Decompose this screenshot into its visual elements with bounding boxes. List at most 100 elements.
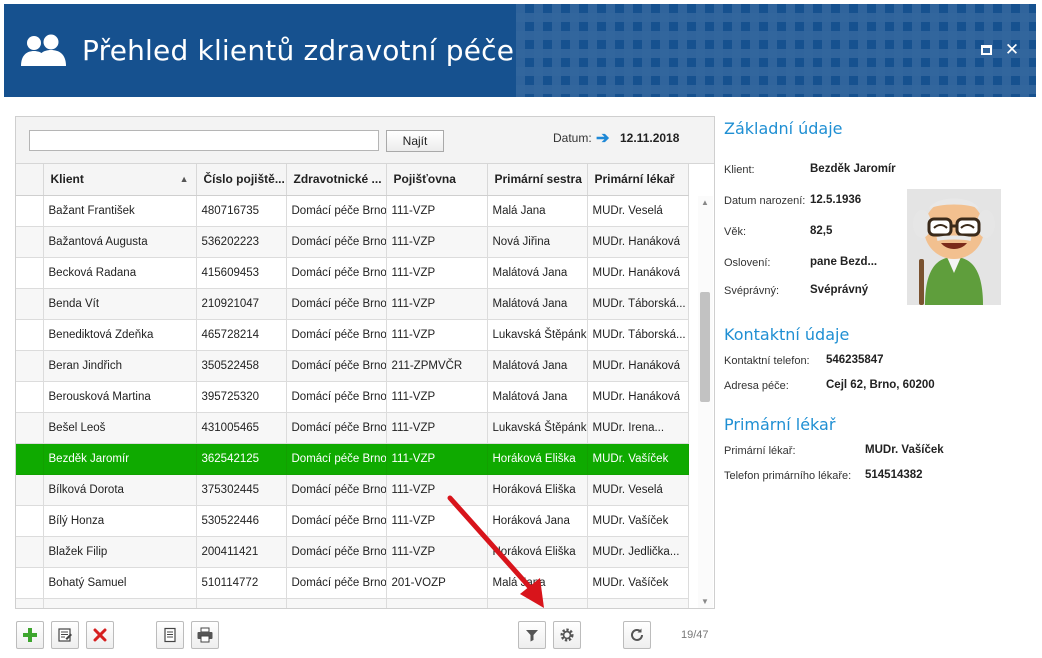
cell-primarni-lekar[interactable]: MUDr. Veselá	[587, 474, 689, 506]
cell-cislo-pojistence[interactable]: 210921047	[196, 288, 287, 320]
cell-zdravotnicke-zarizeni[interactable]: Domácí péče Brno	[286, 505, 387, 537]
cell-zdravotnicke-zarizeni[interactable]: Domácí péče Brno	[286, 381, 387, 413]
cell-cislo-pojistence[interactable]: 415609453	[196, 257, 287, 289]
cell-klient[interactable]: Blažek Filip	[43, 536, 197, 568]
cell-primarni-lekar[interactable]: MUDr. Vašíček	[587, 567, 689, 599]
find-button[interactable]: Najít	[386, 130, 444, 152]
cell-primarni-sestra[interactable]: Horáková Eliška	[487, 536, 588, 568]
cell-cislo-pojistence[interactable]: 375302445	[196, 474, 287, 506]
vertical-scrollbar[interactable]: ▲ ▼	[698, 196, 713, 608]
cell-pojistovna[interactable]: 211-ZPMVČR	[386, 350, 488, 382]
cell-cislo-pojistence[interactable]: 536202223	[196, 226, 287, 258]
cell-zdravotnicke-zarizeni[interactable]: Domácí péče Brno	[286, 319, 387, 351]
cell-primarni-sestra[interactable]: Horáková Jana	[487, 505, 588, 537]
cell-zdravotnicke-zarizeni[interactable]: Domácí péče Brno	[286, 474, 387, 506]
cell-klient[interactable]: Berousková Martina	[43, 381, 197, 413]
row-indicator[interactable]	[16, 350, 44, 382]
cell-klient[interactable]: Bílková Dorota	[43, 474, 197, 506]
cell-pojistovna[interactable]: 111-VZP	[386, 226, 488, 258]
filter-button[interactable]	[518, 621, 546, 649]
cell-klient[interactable]: Bažant František	[43, 195, 197, 227]
print-button[interactable]	[191, 621, 219, 649]
document-button[interactable]	[156, 621, 184, 649]
cell-pojistovna[interactable]: 111-VZP	[386, 288, 488, 320]
search-input[interactable]	[29, 130, 379, 151]
column-header-zdravotnicke-zarizeni[interactable]: Zdravotnické ...	[286, 164, 387, 196]
cell-pojistovna[interactable]: 111-VZP	[386, 536, 488, 568]
cell-pojistovna[interactable]: 111-VZP	[386, 443, 488, 475]
table-row[interactable]: Bílý Honza 530522446 Domácí péče Brno 111-V…	[16, 505, 689, 537]
row-indicator[interactable]	[16, 226, 44, 258]
cell-zdravotnicke-zarizeni[interactable]: Domácí péče Brno	[286, 567, 387, 599]
column-header-primarni-lekar[interactable]: Primární lékař	[587, 164, 689, 196]
table-row[interactable]: Bílková Dorota 375302445 Domácí péče Brno 1…	[16, 474, 689, 506]
cell-primarni-lekar[interactable]: MUDr. Táborská...	[587, 319, 689, 351]
cell-cislo-pojistence[interactable]: 362542125	[196, 443, 287, 475]
cell-primarni-sestra[interactable]: Malátová Jana	[487, 381, 588, 413]
cell-cislo-pojistence[interactable]: 530522446	[196, 505, 287, 537]
settings-button[interactable]	[553, 621, 581, 649]
cell-primarni-sestra[interactable]: Malátová Jana	[487, 288, 588, 320]
cell-primarni-sestra[interactable]: Malá Jana	[487, 195, 588, 227]
add-button[interactable]	[16, 621, 44, 649]
row-indicator[interactable]	[16, 474, 44, 506]
cell-primarni-sestra[interactable]: Horáková Eliška	[487, 443, 588, 475]
cell-cislo-pojistence[interactable]: 350522458	[196, 350, 287, 382]
cell-zdravotnicke-zarizeni[interactable]: Domácí péče Brno	[286, 226, 387, 258]
cell-zdravotnicke-zarizeni[interactable]: Domácí péče Brno	[286, 443, 387, 475]
cell-primarni-lekar[interactable]: MUDr. Táborská...	[587, 288, 689, 320]
column-header-cislo-pojistence[interactable]: Číslo pojiště...	[196, 164, 287, 196]
cell-pojistovna[interactable]: 111-VZP	[386, 195, 488, 227]
cell-zdravotnicke-zarizeni[interactable]: Domácí péče Brno	[286, 195, 387, 227]
arrow-right-icon[interactable]: ➔	[596, 128, 609, 148]
cell-pojistovna[interactable]: 111-VZP	[386, 412, 488, 444]
cell-cislo-pojistence[interactable]: 465728214	[196, 319, 287, 351]
delete-button[interactable]	[86, 621, 114, 649]
cell-klient[interactable]: Benda Vít	[43, 288, 197, 320]
cell-klient[interactable]: Bohatý Samuel	[43, 567, 197, 599]
cell-primarni-sestra[interactable]: Malátová Jana	[487, 350, 588, 382]
cell-klient[interactable]: Beran Jindřich	[43, 350, 197, 382]
cell-pojistovna[interactable]: 201-VOZP	[386, 567, 488, 599]
cell-primarni-sestra[interactable]: Horáková Eliška	[487, 474, 588, 506]
table-row[interactable]: Bohatý Samuel 510114772 Domácí péče Brno 20…	[16, 567, 689, 599]
cell-cislo-pojistence[interactable]: 395725320	[196, 381, 287, 413]
cell-klient[interactable]: Bažantová Augusta	[43, 226, 197, 258]
cell-primarni-sestra[interactable]	[487, 598, 588, 608]
cell-cislo-pojistence[interactable]: 510114772	[196, 567, 287, 599]
row-indicator[interactable]	[16, 412, 44, 444]
cell-cislo-pojistence[interactable]: 431005465	[196, 412, 287, 444]
row-indicator[interactable]	[16, 381, 44, 413]
cell-pojistovna[interactable]: 111-VZP	[386, 257, 488, 289]
scroll-up-icon[interactable]: ▲	[701, 198, 709, 207]
cell-zdravotnicke-zarizeni[interactable]: Domácí péče Brno	[286, 288, 387, 320]
cell-primarni-sestra[interactable]: Malá Jana	[487, 567, 588, 599]
cell-primarni-lekar[interactable]: MUDr. Jedlička...	[587, 536, 689, 568]
cell-pojistovna[interactable]: 111-VZP	[386, 319, 488, 351]
scrollbar-thumb[interactable]	[700, 292, 710, 402]
cell-zdravotnicke-zarizeni[interactable]: Domácí péče Brno	[286, 412, 387, 444]
cell-zdravotnicke-zarizeni[interactable]: Domácí péče Brno	[286, 257, 387, 289]
maximize-icon[interactable]	[978, 42, 994, 58]
cell-klient[interactable]: Bůh Josef	[43, 598, 197, 608]
cell-primarni-lekar[interactable]: MUDr. Hanáková	[587, 381, 689, 413]
table-row[interactable]: Bezděk Jaromír 362542125 Domácí péče Brno 1…	[16, 443, 689, 475]
table-row[interactable]: Bešel Leoš 431005465 Domácí péče Brno 111-V…	[16, 412, 689, 444]
table-row[interactable]: Benediktová Zdeňka 465728214 Domácí péče B…	[16, 319, 689, 351]
table-row[interactable]: Bažantová Augusta 536202223 Domácí péče Br…	[16, 226, 689, 258]
scroll-down-icon[interactable]: ▼	[701, 597, 709, 606]
cell-klient[interactable]: Bezděk Jaromír	[43, 443, 197, 475]
row-indicator[interactable]	[16, 505, 44, 537]
row-indicator[interactable]	[16, 598, 44, 608]
cell-klient[interactable]: Bešel Leoš	[43, 412, 197, 444]
date-value[interactable]: 12.11.2018	[620, 131, 679, 145]
row-indicator[interactable]	[16, 536, 44, 568]
cell-cislo-pojistence[interactable]: 200411421	[196, 536, 287, 568]
cell-pojistovna[interactable]: 111-VZP	[386, 505, 488, 537]
cell-primarni-lekar[interactable]: MUDr. Hanáková	[587, 257, 689, 289]
cell-klient[interactable]: Benediktová Zdeňka	[43, 319, 197, 351]
cell-primarni-sestra[interactable]: Nová Jiřina	[487, 226, 588, 258]
table-row[interactable]: Benda Vít 210921047 Domácí péče Brno 111-VZ…	[16, 288, 689, 320]
cell-primarni-sestra[interactable]: Lukavská Štěpánka	[487, 319, 588, 351]
row-indicator[interactable]	[16, 443, 44, 475]
